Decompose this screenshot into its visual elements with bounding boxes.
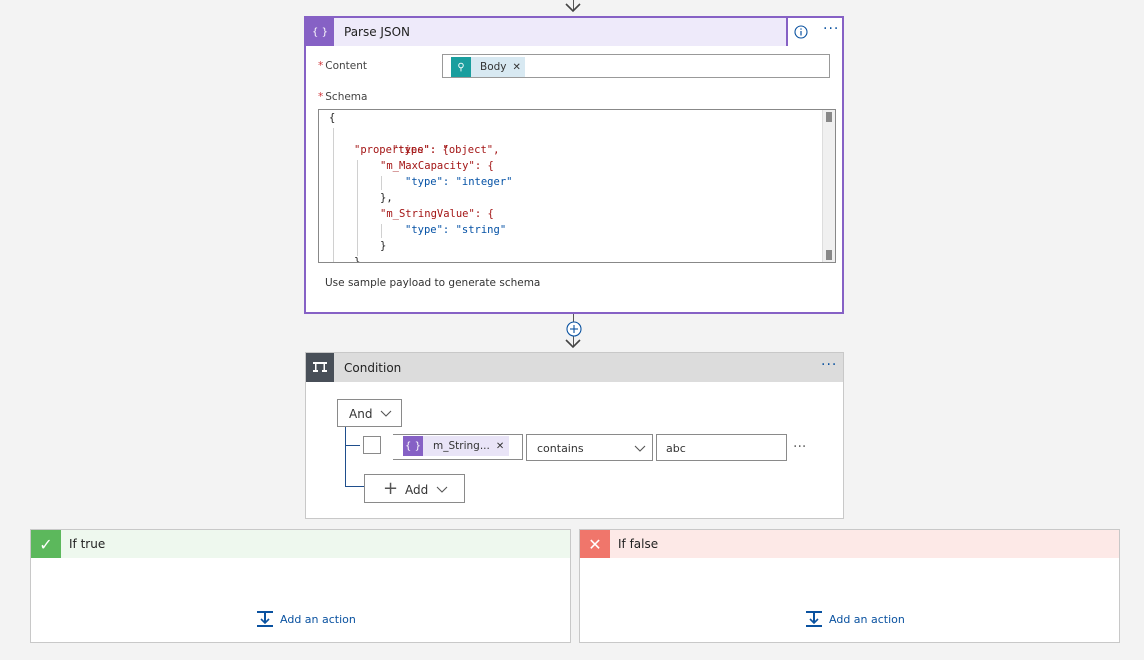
remove-token-icon[interactable]: ✕: [496, 441, 504, 452]
condition-card[interactable]: Condition ··· And { } m_String... ✕ cont…: [305, 352, 844, 519]
add-action-button-false[interactable]: Add an action: [805, 610, 905, 628]
condition-operator-select[interactable]: contains: [526, 434, 653, 461]
chevron-down-icon: [634, 445, 646, 452]
schema-line: "type": "string": [405, 224, 507, 236]
plus-icon: +: [383, 478, 399, 499]
condition-header[interactable]: Condition ···: [306, 353, 843, 382]
parse-json-card[interactable]: { } Parse JSON ··· * Content ⚲ Body ✕ * Sc…: [304, 16, 844, 314]
parse-json-title[interactable]: Parse JSON: [344, 25, 410, 39]
checkmark-icon: ✓: [31, 530, 61, 558]
chevron-down-icon: [380, 410, 392, 417]
row-more-icon[interactable]: ···: [793, 439, 806, 455]
condition-value-input[interactable]: abc: [656, 434, 787, 461]
content-label: * Content: [318, 60, 368, 72]
schema-line: }: [380, 240, 387, 252]
data-operation-icon: { }: [306, 18, 334, 46]
group-operator-select[interactable]: And: [337, 399, 402, 427]
row-select-checkbox[interactable]: [363, 436, 381, 454]
content-input[interactable]: ⚲ Body ✕: [442, 54, 830, 78]
schema-scrollbar[interactable]: [822, 110, 835, 262]
connector-arrow-mid: [565, 339, 581, 349]
schema-line: {: [329, 112, 336, 124]
if-true-title: If true: [69, 537, 106, 551]
add-condition-button[interactable]: + Add: [364, 474, 465, 503]
schema-line: "properties": {: [354, 144, 449, 156]
if-false-header[interactable]: ✕ If false: [580, 530, 1119, 558]
schema-label: * Schema: [318, 91, 368, 103]
remove-token-icon[interactable]: ✕: [513, 62, 521, 73]
tree-line: [345, 427, 346, 487]
condition-left-operand[interactable]: { } m_String... ✕: [393, 434, 523, 460]
if-true-header[interactable]: ✓ If true: [31, 530, 570, 558]
schema-editor[interactable]: { "type": "object", "properties": { "m_M…: [318, 109, 836, 263]
http-request-icon: ⚲: [451, 57, 471, 77]
chevron-down-icon: [436, 486, 448, 493]
if-false-branch[interactable]: ✕ If false Add an action: [579, 529, 1120, 643]
close-icon: ✕: [580, 530, 610, 558]
schema-line: "m_StringValue": {: [380, 208, 494, 220]
more-options-icon[interactable]: ···: [823, 21, 839, 37]
schema-line: "m_MaxCapacity": {: [380, 160, 494, 172]
if-false-title: If false: [618, 537, 659, 551]
scroll-thumb-bottom[interactable]: [826, 250, 832, 260]
body-token[interactable]: ⚲ Body ✕: [451, 57, 525, 77]
sample-payload-link[interactable]: Use sample payload to generate schema: [325, 277, 540, 289]
m-string-token[interactable]: { } m_String... ✕: [403, 436, 509, 456]
parse-json-header[interactable]: { } Parse JSON: [306, 18, 788, 46]
add-action-icon: [806, 611, 822, 627]
schema-line: }: [354, 256, 361, 263]
info-icon[interactable]: [794, 25, 808, 39]
add-action-icon: [257, 611, 273, 627]
insert-step-icon[interactable]: [566, 321, 582, 337]
connector-arrow-top: [565, 3, 581, 13]
condition-title[interactable]: Condition: [344, 361, 401, 375]
more-options-icon[interactable]: ···: [821, 357, 837, 373]
if-true-branch[interactable]: ✓ If true Add an action: [30, 529, 571, 643]
tree-line: [345, 445, 360, 446]
data-operation-icon: { }: [403, 436, 423, 456]
condition-icon: [306, 353, 334, 382]
scroll-thumb-top[interactable]: [826, 112, 832, 122]
tree-line: [345, 486, 365, 487]
schema-line: "type": "integer": [405, 176, 513, 188]
add-action-button-true[interactable]: Add an action: [256, 610, 356, 628]
schema-line: },: [380, 192, 393, 204]
